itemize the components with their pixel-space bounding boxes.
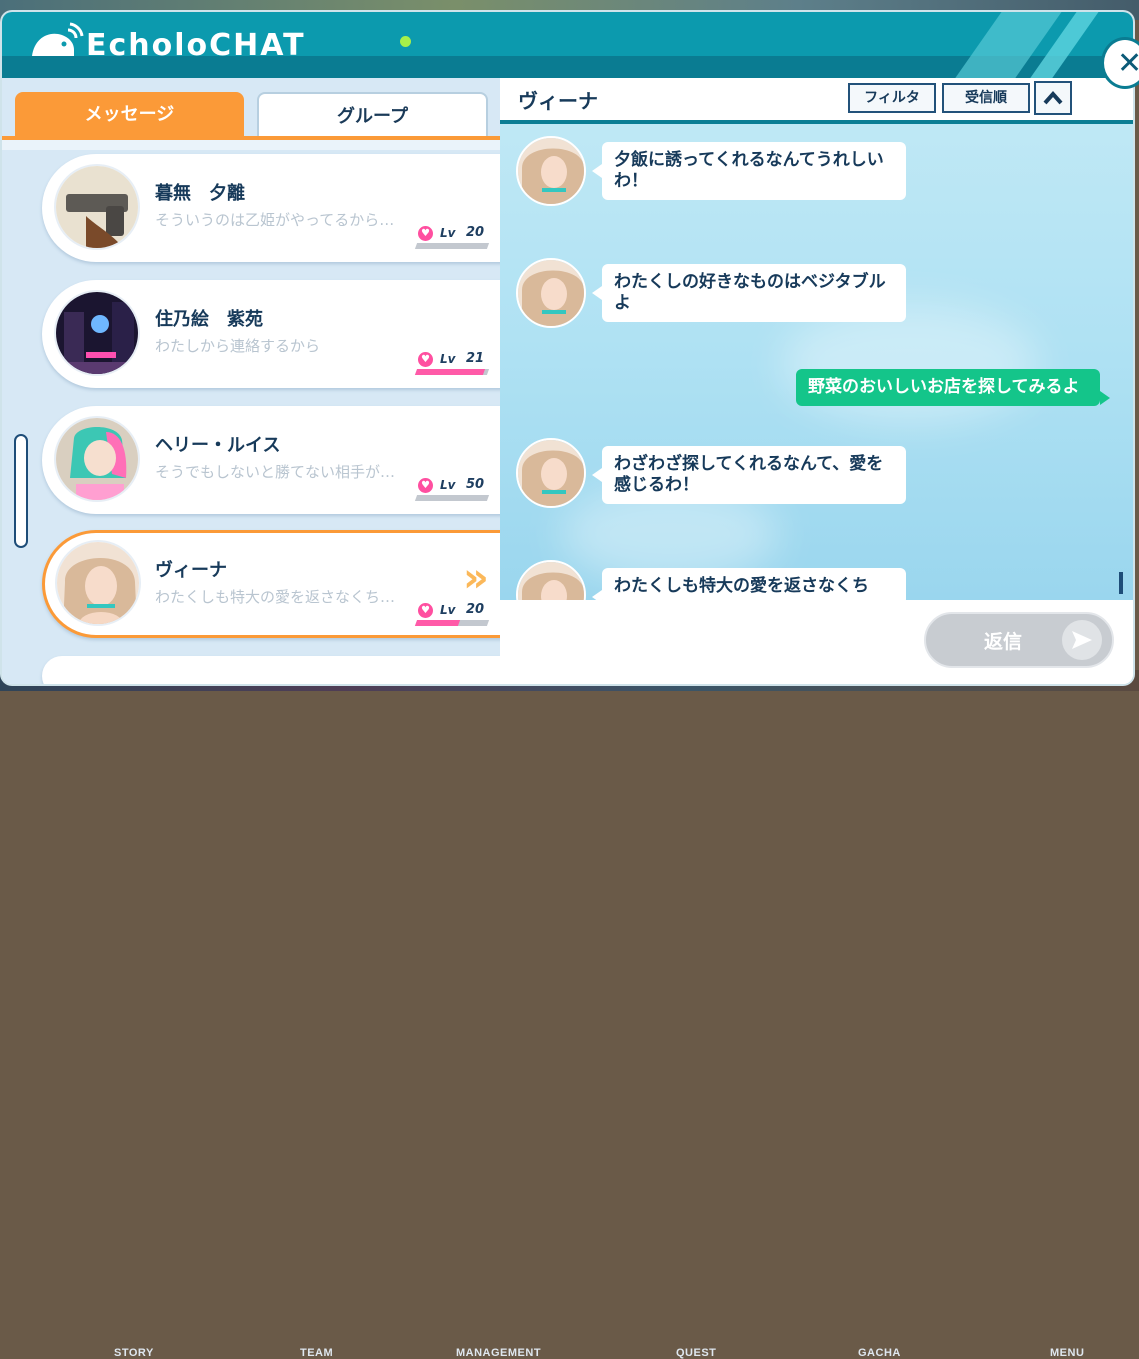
filter-button[interactable]: フィルタ (848, 83, 936, 113)
nav-gacha[interactable]: GACHA (858, 1347, 901, 1359)
message-bubble: わたくしの好きなものはベジタブルよ (592, 264, 906, 322)
send-icon (1062, 620, 1102, 660)
app-header: EcholoCHAT (2, 12, 1133, 92)
affection-level: ♥ Lv 20 (414, 602, 490, 626)
message-area[interactable]: 夕飯に誘ってくれるなんてうれしいわ！ わたくしの好きなものはベジタブルよ 野菜の… (500, 124, 1133, 600)
nav-story[interactable]: STORY (114, 1347, 154, 1359)
app-title: EcholoCHAT (86, 28, 306, 63)
chevron-right-icon: » (463, 555, 489, 601)
contact-preview: そういうのは乙姫がやってるから… (155, 211, 395, 229)
contact-card[interactable]: ヘリー・ルイス そうでもしないと勝てない相手が… ♥ Lv 50 (42, 406, 512, 514)
message-avatar (516, 438, 586, 508)
contact-preview: そうでもしないと勝てない相手が… (155, 463, 396, 481)
contact-name: 住乃絵 紫苑 (155, 309, 263, 330)
collapse-button[interactable] (1034, 81, 1072, 115)
tab-messages[interactable]: メッセージ (15, 92, 244, 136)
avatar (54, 164, 140, 250)
nav-quest[interactable]: QUEST (676, 1347, 716, 1359)
tab-groups[interactable]: グループ (257, 92, 488, 136)
contact-card[interactable]: 住乃絵 紫苑 わたしから連絡するから ♥ Lv 21 (42, 280, 512, 388)
chat-scrollbar[interactable] (1119, 572, 1123, 594)
affection-bar (414, 243, 490, 249)
conversation-list-panel: メッセージ グループ 暮無 夕離 そういうのは乙姫がやってるから… ♥ Lv 2… (2, 78, 512, 684)
list-scrollbar[interactable] (14, 434, 28, 548)
message-avatar (516, 258, 586, 328)
heart-icon: ♥ (418, 352, 433, 367)
message-bubble: 夕飯に誘ってくれるなんてうれしいわ！ (592, 142, 906, 200)
affection-level: ♥ Lv 20 (414, 225, 490, 249)
nav-menu[interactable]: MENU (1050, 1347, 1084, 1359)
sort-button[interactable]: 受信順 (942, 83, 1030, 113)
message-avatar (516, 136, 586, 206)
message-bubble: わたくしも特大の愛を返さなくち (592, 568, 906, 600)
affection-level: ♥ Lv 50 (414, 477, 490, 501)
contact-name: 暮無 夕離 (155, 183, 245, 204)
nav-management[interactable]: MANAGEMENT (456, 1347, 541, 1359)
affection-bar (414, 620, 490, 626)
contact-card[interactable]: 暮無 夕離 そういうのは乙姫がやってるから… ♥ Lv 20 (42, 154, 512, 262)
reply-label: 返信 (984, 631, 1023, 653)
logo-dot (400, 36, 411, 47)
message-bubble: わざわざ探してくれるなんて、愛を感じるわ！ (592, 446, 906, 504)
chat-title: ヴィーナ (518, 89, 598, 113)
contact-preview: わたくしも特大の愛を返さなくち… (155, 588, 396, 606)
affection-bar (414, 369, 490, 375)
dolphin-logo-icon (28, 22, 84, 66)
heart-icon: ♥ (418, 226, 433, 241)
message-avatar (516, 560, 586, 600)
avatar (54, 416, 140, 502)
heart-icon: ♥ (418, 478, 433, 493)
nav-team[interactable]: TEAM (300, 1347, 333, 1359)
contact-name: ヘリー・ルイス (155, 435, 281, 456)
avatar (55, 540, 141, 626)
affection-bar (414, 495, 490, 501)
contact-preview: わたしから連絡するから (155, 337, 321, 355)
affection-level: ♥ Lv 21 (414, 351, 490, 375)
reply-button[interactable]: 返信 (924, 612, 1114, 668)
contact-card[interactable] (42, 656, 512, 684)
avatar (54, 290, 140, 376)
contact-name: ヴィーナ (155, 560, 227, 581)
chat-panel: ヴィーナ フィルタ 受信順 夕飯に誘ってくれるなんてうれしいわ！ わたくしの好き… (500, 78, 1133, 684)
reply-footer: 返信 (500, 600, 1133, 684)
contact-card-selected[interactable]: ヴィーナ わたくしも特大の愛を返さなくち… » ♥ Lv 20 (42, 530, 512, 638)
close-icon: ✕ (1117, 46, 1139, 81)
chevron-up-icon (1043, 90, 1063, 105)
heart-icon: ♥ (418, 603, 433, 618)
my-message-bubble: 野菜のおいしいお店を探してみるよ (796, 369, 1110, 406)
chat-window: EcholoCHAT メッセージ グループ 暮無 夕離 そういうのは乙姫がやって… (2, 12, 1133, 684)
